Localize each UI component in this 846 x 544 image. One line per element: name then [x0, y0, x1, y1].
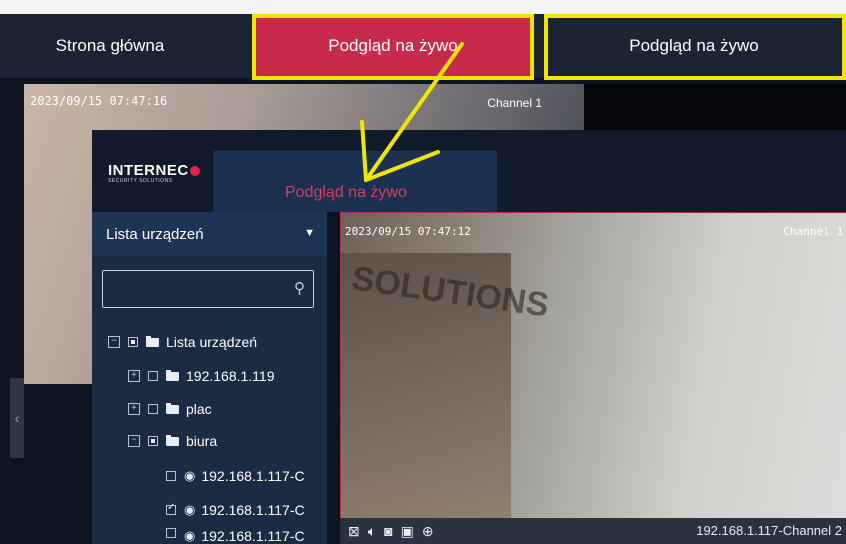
- tree-node-label: 192.168.1.119: [186, 368, 275, 384]
- video-toolbar: ⊠ 🔈︎ ◙ ▣ ⊕ 192.168.1.117-Channel 2: [340, 518, 846, 544]
- zoom-icon[interactable]: ⊕: [422, 523, 434, 540]
- tree-node-label: Lista urządzeń: [166, 334, 258, 350]
- tab-home[interactable]: Strona główna: [0, 14, 220, 78]
- tree-node-label: 192.168.1.117-C: [201, 528, 305, 544]
- sidebar-divider: [327, 212, 340, 544]
- video-channel-label: Channel 1: [487, 96, 542, 110]
- tree-node-group[interactable]: − biura: [128, 427, 217, 455]
- tree-checkbox[interactable]: [166, 528, 176, 538]
- collapse-icon[interactable]: −: [128, 435, 140, 447]
- highlight-box-active-tab: [252, 14, 534, 80]
- video-timestamp: 2023/09/15 07:47:16: [30, 94, 168, 108]
- tree-node-root[interactable]: − Lista urządzeń: [108, 328, 257, 356]
- expand-icon[interactable]: +: [128, 370, 140, 382]
- inner-tab-live-view[interactable]: Podgląd na żywo: [213, 151, 497, 212]
- window-top-strip: [0, 0, 846, 14]
- tree-checkbox[interactable]: [166, 471, 176, 481]
- tree-node-group[interactable]: + 192.168.1.119: [128, 362, 275, 390]
- folder-icon: [166, 369, 179, 381]
- tree-node-group[interactable]: + plac: [128, 395, 212, 423]
- brand-logo: INTERNEC SECURITY SOLUTIONS: [108, 162, 203, 188]
- tree-checkbox[interactable]: [148, 371, 158, 381]
- folder-icon: [166, 434, 179, 446]
- caret-down-icon: ▼: [304, 227, 315, 239]
- close-stream-icon[interactable]: ⊠: [348, 523, 360, 540]
- tree-node-camera[interactable]: ◉ 192.168.1.117-C: [166, 528, 305, 544]
- highlight-box-secondary-tab: [544, 14, 846, 80]
- record-icon[interactable]: ▣: [401, 523, 414, 540]
- expand-icon[interactable]: +: [128, 403, 140, 415]
- inner-tab-label: Podgląd na żywo: [285, 184, 407, 201]
- chevron-left-icon: ‹: [14, 410, 20, 426]
- tree-node-camera[interactable]: ◉ 192.168.1.117-C: [166, 496, 305, 524]
- logo-dot-icon: [189, 165, 200, 176]
- tree-node-label: 192.168.1.117-C: [201, 468, 305, 484]
- audio-icon[interactable]: 🔈︎: [368, 523, 376, 540]
- camera-icon: ◉: [184, 502, 196, 517]
- tree-node-camera[interactable]: ◉ 192.168.1.117-C: [166, 462, 305, 490]
- camera-icon: ◉: [184, 468, 196, 483]
- video-timestamp: 2023/09/15 07:47:12: [345, 225, 471, 238]
- outer-empty-pane: [584, 84, 846, 130]
- tree-checkbox[interactable]: [128, 337, 138, 347]
- collapse-sidebar-handle[interactable]: ‹: [10, 378, 24, 458]
- tree-checkbox[interactable]: [148, 404, 158, 414]
- camera-icon: ◉: [184, 528, 196, 543]
- device-list-dropdown[interactable]: Lista urządzeń ▼: [92, 212, 327, 256]
- device-search-input[interactable]: ⚲: [102, 270, 314, 308]
- tree-checkbox[interactable]: [166, 502, 176, 515]
- tab-home-label: Strona główna: [55, 36, 165, 55]
- toolbar-channel-label: 192.168.1.117-Channel 2: [696, 523, 842, 538]
- live-video-panel[interactable]: SOLUTIONS 2023/09/15 07:47:12 Channel 1: [340, 212, 846, 519]
- device-list-dropdown-label: Lista urządzeń: [106, 226, 204, 243]
- video-channel-label: Channel 1: [783, 225, 843, 238]
- tree-node-label: 192.168.1.117-C: [201, 502, 305, 518]
- tree-node-label: biura: [186, 433, 218, 449]
- folder-icon: [166, 402, 179, 414]
- search-icon: ⚲: [294, 280, 305, 297]
- tree-node-label: plac: [186, 401, 212, 417]
- folder-icon: [146, 335, 159, 347]
- snapshot-camera-icon[interactable]: ◙: [384, 523, 392, 539]
- collapse-icon[interactable]: −: [108, 336, 120, 348]
- tree-checkbox[interactable]: [148, 436, 158, 446]
- logo-text: INTERNEC: [108, 162, 189, 179]
